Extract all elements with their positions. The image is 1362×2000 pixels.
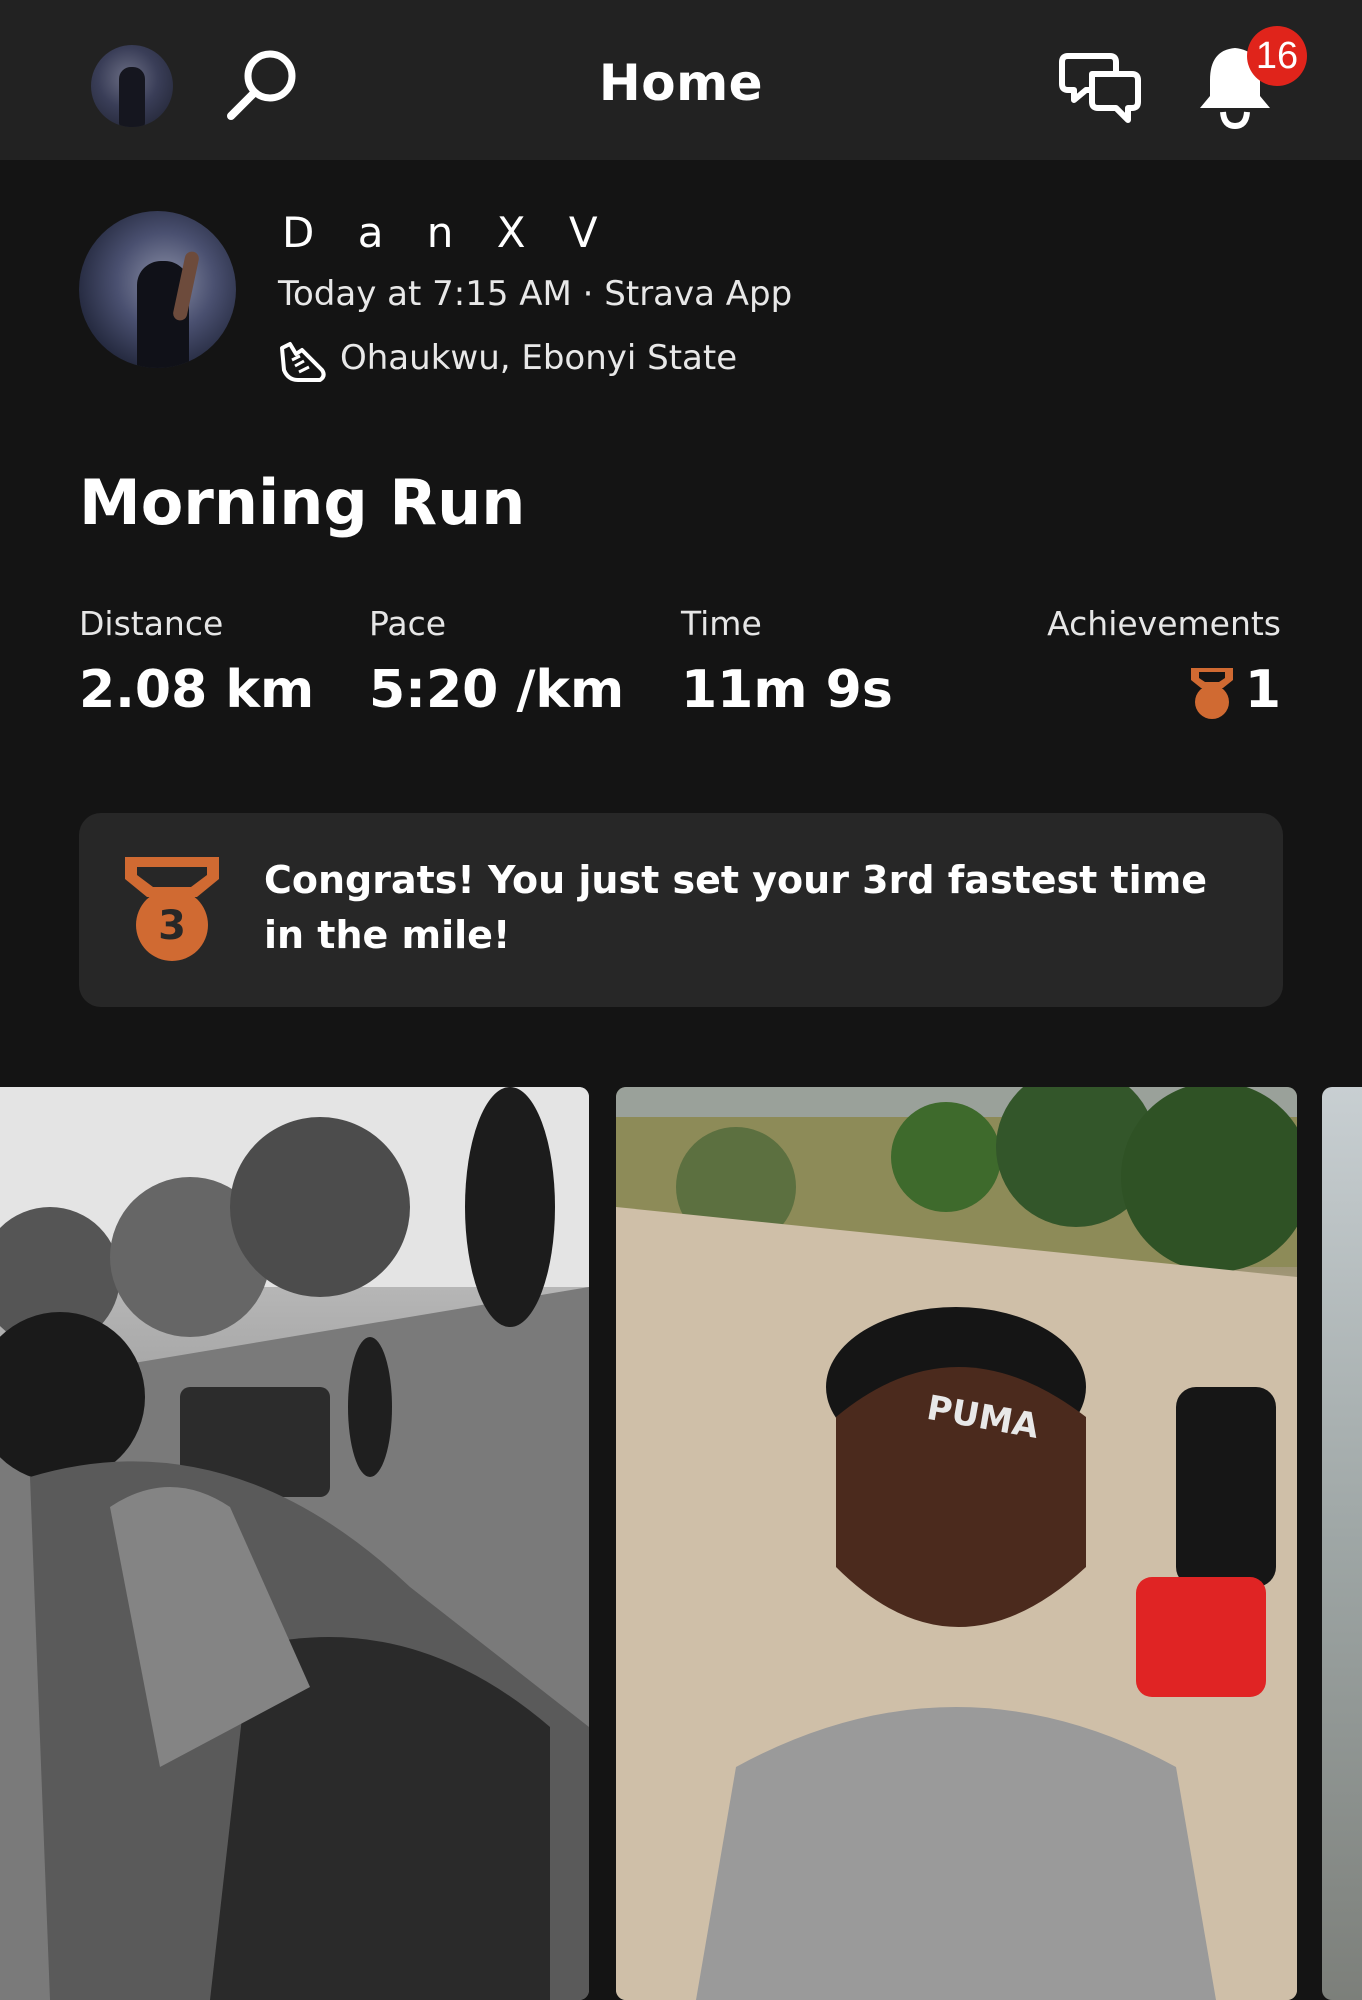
athlete-avatar[interactable]: [79, 211, 236, 368]
achievement-message: Congrats! You just set your 3rd fastest …: [264, 858, 1208, 957]
photo-2-scene: PUMA: [616, 1087, 1297, 2000]
chat-icon: [1059, 53, 1141, 123]
athlete-name[interactable]: D a n X V: [282, 208, 613, 257]
distance-label: Distance: [79, 604, 224, 643]
pace-label: Pace: [369, 604, 447, 643]
notification-badge: 16: [1247, 26, 1307, 86]
location-label: Ohaukwu, Ebonyi State: [340, 338, 738, 378]
activity-feed-page: Home 16 D a n X V Today at 7:15 AM · Str…: [0, 0, 1362, 2000]
activity-timestamp: Today at 7:15 AM · Strava App: [278, 274, 793, 314]
achievements-label: Achievements: [1047, 604, 1281, 643]
page-title: Home: [598, 54, 764, 112]
top-app-bar: Home 16: [0, 0, 1362, 160]
time-label: Time: [681, 604, 762, 643]
messages-button[interactable]: [1058, 44, 1144, 130]
activity-photo-2[interactable]: PUMA: [616, 1087, 1297, 2000]
pace-value: 5:20 /km: [369, 660, 625, 720]
achievements-count: 1: [1244, 660, 1281, 720]
distance-value: 2.08 km: [79, 660, 315, 720]
photo-1-scene: [0, 1087, 589, 2000]
trophy-icon: [1191, 668, 1233, 719]
achievement-card[interactable]: 3 Congrats! You just set your 3rd fastes…: [79, 813, 1283, 1007]
shoe-icon: [280, 342, 326, 382]
time-value: 11m 9s: [681, 660, 893, 720]
activity-photo-3[interactable]: [1322, 1087, 1362, 2000]
medal-icon: 3: [125, 857, 219, 961]
activity-photo-1[interactable]: [0, 1087, 589, 2000]
medal-rank: 3: [158, 903, 186, 949]
activity-title[interactable]: Morning Run: [79, 466, 525, 539]
